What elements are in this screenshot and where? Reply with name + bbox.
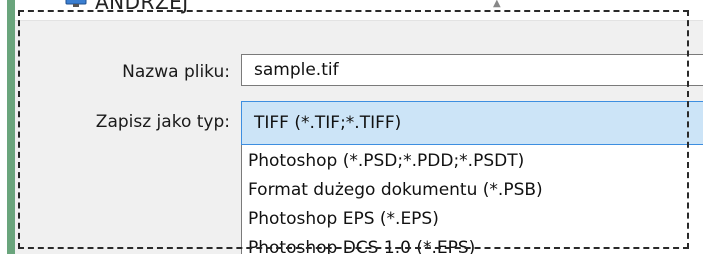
left-accent-bar bbox=[7, 0, 15, 254]
file-type-option[interactable]: Photoshop (*.PSD;*.PDD;*.PSDT) bbox=[248, 151, 524, 171]
file-type-option[interactable]: Photoshop DCS 1.0 (*.EPS) bbox=[248, 238, 475, 254]
folder-tree-strip: ANDRZEJ ▲ bbox=[15, 0, 703, 21]
file-name-input[interactable]: sample.tif bbox=[241, 54, 703, 86]
monitor-icon bbox=[65, 0, 87, 8]
folder-pane-right bbox=[518, 0, 703, 20]
save-as-type-select[interactable]: TIFF (*.TIF;*.TIFF) bbox=[241, 101, 703, 145]
file-type-option[interactable]: Format dużego dokumentu (*.PSB) bbox=[248, 180, 543, 200]
save-as-type-label: Zapisz jako typ: bbox=[95, 112, 230, 132]
save-dialog: ANDRZEJ ▲ Nazwa pliku: sample.tif Zapisz… bbox=[15, 0, 703, 254]
chevron-up-icon[interactable]: ▲ bbox=[493, 0, 501, 9]
file-type-dropdown-list: Photoshop (*.PSD;*.PDD;*.PSDT) Format du… bbox=[241, 145, 703, 254]
file-name-label: Nazwa pliku: bbox=[122, 62, 230, 82]
file-type-option[interactable]: Photoshop EPS (*.EPS) bbox=[248, 209, 439, 229]
folder-item-label[interactable]: ANDRZEJ bbox=[95, 0, 189, 14]
